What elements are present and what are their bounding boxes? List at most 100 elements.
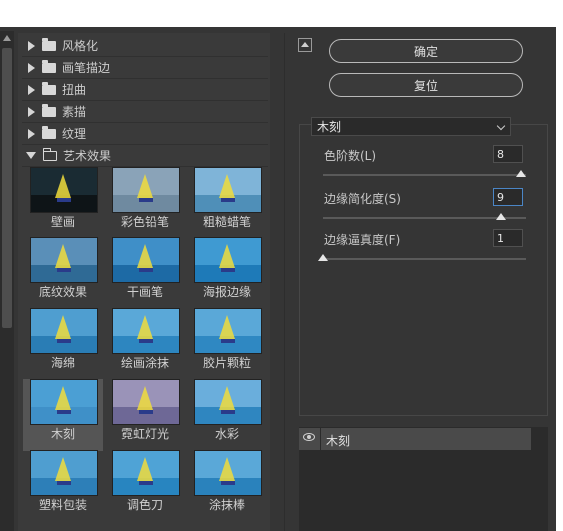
filter-label: 塑料包装 [38,498,87,512]
boat-hull [57,410,71,414]
param-label: 边缘简化度(S) [324,192,401,206]
disclosure-triangle-icon[interactable] [28,106,35,117]
underpainting-thumbnail[interactable] [30,237,98,283]
sailboat-icon [137,174,153,198]
param-label: 边缘逼真度(F) [324,233,401,247]
sailboat-icon [219,174,235,198]
filter-label: 海报边缘 [202,285,251,299]
reset-button[interactable]: 复位 [329,73,523,97]
sailboat-icon [137,315,153,339]
sailboat-icon [137,244,153,268]
dry-brush-thumbnail[interactable] [112,237,180,283]
folder-icon [42,103,56,117]
sailboat-icon [137,457,153,481]
param-value-field[interactable]: 8 [493,145,523,163]
boat-hull [57,268,71,272]
panel-divider [284,33,285,531]
collapse-up-icon[interactable] [298,38,312,52]
disclosure-triangle-icon[interactable] [26,152,36,159]
filter-category-label: 扭曲 [62,83,87,97]
scrollbar-thumb[interactable] [2,48,12,328]
filter-category-row[interactable]: 扭曲 [22,79,268,101]
param-slider-knob[interactable] [496,213,507,220]
disclosure-triangle-icon[interactable] [28,128,35,139]
poster-edges-thumbnail[interactable] [194,237,262,283]
filter-label: 涂抹棒 [208,498,245,512]
filter-settings-panel [299,124,548,416]
smudge-stick-thumbnail[interactable] [194,450,262,496]
folder-icon [42,81,56,95]
filter-label: 彩色铅笔 [120,215,169,229]
disclosure-triangle-icon[interactable] [28,84,35,95]
boat-hull [57,481,71,485]
filter-label: 壁画 [50,215,75,229]
sailboat-icon [55,457,71,481]
colored-pencil-thumbnail[interactable] [112,167,180,213]
boat-hull [221,410,235,414]
film-grain-thumbnail[interactable] [194,308,262,354]
param-slider-knob[interactable] [516,170,526,177]
watercolor-thumbnail[interactable] [194,379,262,425]
param-value-field[interactable]: 9 [493,188,523,206]
filter-category-row[interactable]: 风格化 [22,35,268,57]
filter-label: 木刻 [50,427,75,441]
filter-category-row[interactable]: 素描 [22,101,268,123]
sailboat-icon [55,386,71,410]
boat-hull [139,339,153,343]
boat-hull [139,481,153,485]
folder-icon [42,59,56,73]
boat-hull [57,339,71,343]
boat-hull [57,198,71,202]
param-value-field[interactable]: 1 [493,229,523,247]
eye-icon[interactable] [303,433,315,441]
filter-category-label: 艺术效果 [63,149,112,163]
boat-hull [139,268,153,272]
param-slider-track[interactable] [323,174,526,176]
filter-category-label: 风格化 [62,39,99,53]
sailboat-icon [219,244,235,268]
boat-hull [139,410,153,414]
filter-category-label: 画笔描边 [62,61,111,75]
param-slider-knob[interactable] [318,254,328,261]
filter-label: 粗糙蜡笔 [202,215,251,229]
sailboat-icon [55,244,71,268]
filter-label: 调色刀 [126,498,163,512]
disclosure-triangle-icon[interactable] [28,62,35,73]
boat-hull [221,339,235,343]
plastic-wrap-thumbnail[interactable] [30,450,98,496]
sailboat-icon [55,174,71,198]
sailboat-icon [55,315,71,339]
ok-button[interactable]: 确定 [329,39,523,63]
filter-category-label: 素描 [62,105,87,119]
folder-icon [42,125,56,139]
filter-label: 水彩 [214,427,239,441]
boat-hull [139,198,153,202]
filter-category-label: 纹理 [62,127,87,141]
boat-hull [221,481,235,485]
filter-label: 胶片颗粒 [202,356,251,370]
disclosure-triangle-icon[interactable] [28,40,35,51]
neon-glow-thumbnail[interactable] [112,379,180,425]
filter-label: 海绵 [50,356,75,370]
mural-thumbnail[interactable] [30,167,98,213]
filter-select-value: 木刻 [317,120,342,134]
sailboat-icon [219,315,235,339]
sailboat-icon [219,386,235,410]
filter-category-row[interactable]: 画笔描边 [22,57,268,79]
layer-separator [320,428,321,450]
filter-label: 干画笔 [126,285,163,299]
scroll-up-arrow-icon[interactable] [3,35,11,41]
filter-category-row[interactable]: 纹理 [22,123,268,145]
filter-select[interactable]: 木刻 [311,117,511,136]
sailboat-icon [137,386,153,410]
rough-pastels-thumbnail[interactable] [194,167,262,213]
filter-label: 底纹效果 [38,285,87,299]
cutout-thumbnail[interactable] [30,379,98,425]
paint-daubs-thumbnail[interactable] [112,308,180,354]
param-slider-track[interactable] [323,258,526,260]
palette-knife-thumbnail[interactable] [112,450,180,496]
sponge-thumbnail[interactable] [30,308,98,354]
filter-category-row[interactable]: 艺术效果 [22,145,268,167]
chevron-down-icon [496,121,506,131]
filter-label: 霓虹灯光 [120,427,169,441]
